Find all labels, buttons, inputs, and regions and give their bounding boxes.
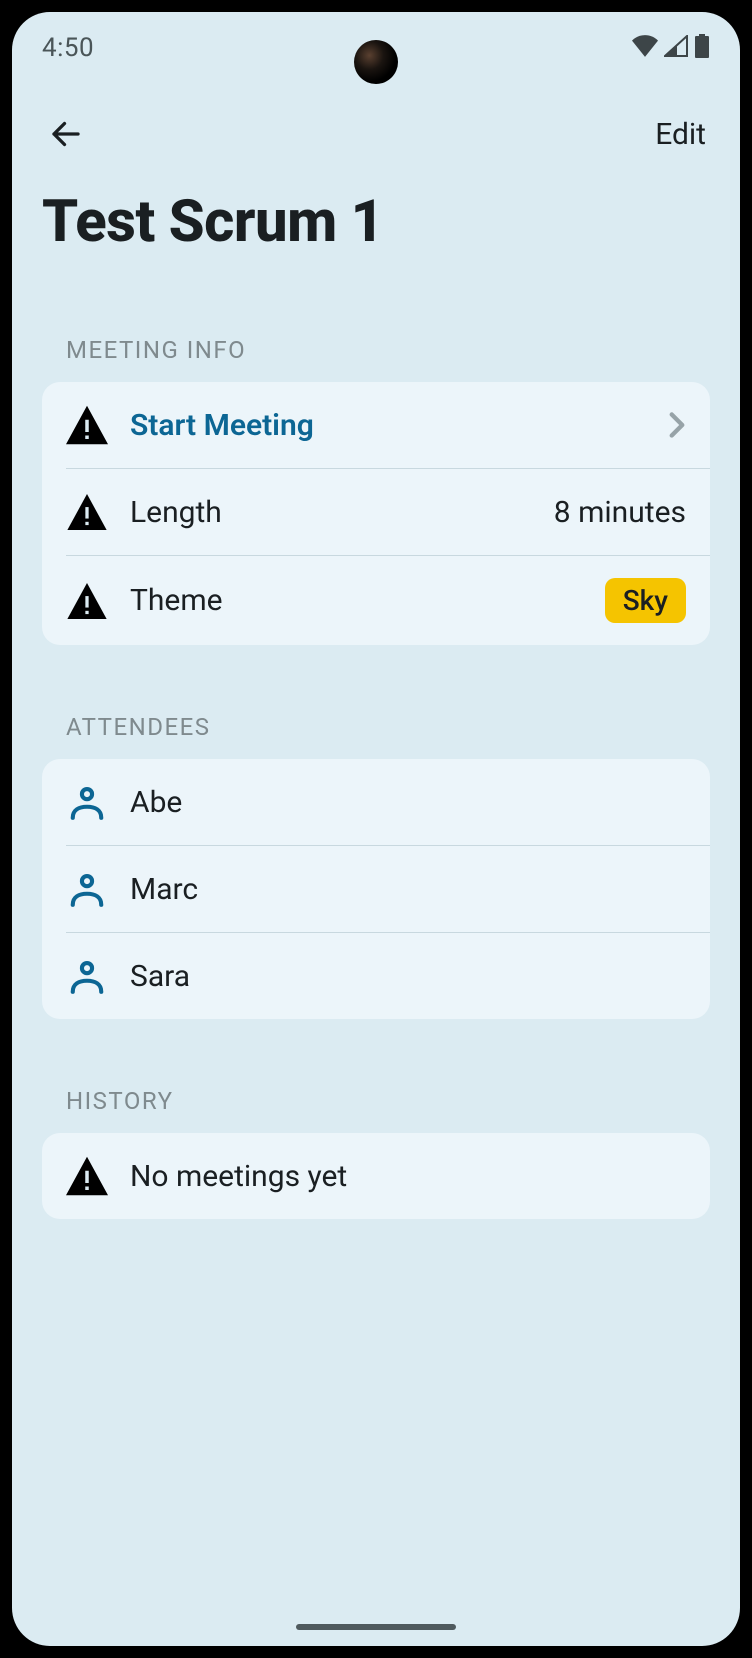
arrow-left-icon [48,116,84,152]
warning-icon [66,1155,108,1197]
attendee-name: Abe [130,785,686,820]
camera-hole [354,40,398,84]
person-icon [66,955,108,997]
warning-icon [66,580,108,622]
edit-button[interactable]: Edit [651,109,710,160]
meeting-info-card: Start Meeting Length 8 minutes [42,382,710,645]
warning-icon [66,404,108,446]
device-frame: 4:50 [0,0,752,1658]
status-time: 4:50 [42,33,94,63]
section-header-attendees: ATTENDEES [42,693,710,759]
attendee-name: Marc [130,872,686,907]
length-label: Length [130,495,532,530]
attendee-row: Marc [66,845,710,932]
person-icon [66,781,108,823]
theme-badge: Sky [605,578,686,623]
status-icons [632,34,710,62]
battery-icon [694,34,710,62]
warning-icon [66,491,108,533]
attendee-row: Sara [66,932,710,1019]
chevron-right-icon [668,411,686,439]
theme-label: Theme [130,583,583,618]
attendee-row: Abe [42,759,710,845]
attendees-card: Abe Marc Sara [42,759,710,1019]
history-empty-row: No meetings yet [42,1133,710,1219]
theme-row: Theme Sky [66,555,710,645]
length-row: Length 8 minutes [66,468,710,555]
section-header-meeting-info: MEETING INFO [42,316,710,382]
person-icon [66,868,108,910]
history-empty-label: No meetings yet [130,1159,686,1194]
start-meeting-label: Start Meeting [130,408,646,443]
length-value: 8 minutes [554,495,686,530]
home-indicator[interactable] [296,1624,456,1630]
page-title: Test Scrum 1 [12,184,740,316]
wifi-icon [632,35,658,61]
history-card: No meetings yet [42,1133,710,1219]
section-header-history: HISTORY [42,1067,710,1133]
screen: 4:50 [12,12,740,1646]
start-meeting-row[interactable]: Start Meeting [42,382,710,468]
cell-signal-icon [664,35,688,61]
back-button[interactable] [42,110,90,158]
nav-bar: Edit [12,84,740,184]
attendee-name: Sara [130,959,686,994]
content: MEETING INFO Start Meeting Length [12,316,740,1646]
